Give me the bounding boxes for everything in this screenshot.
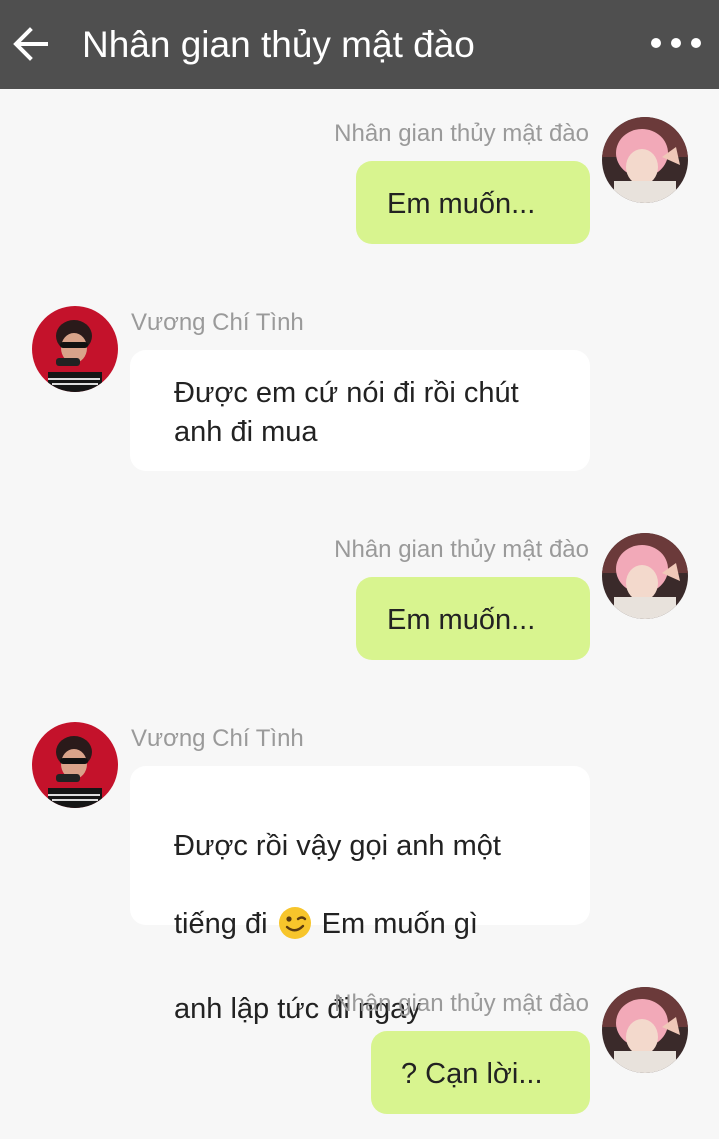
sender-name: Nhân gian thủy mật đào — [334, 120, 589, 147]
avatar-red-background[interactable] — [32, 722, 118, 808]
message-bubble: Em muốn... — [356, 161, 590, 244]
message-bubble: Được em cứ nói đi rồi chút anh đi mua — [130, 350, 590, 471]
avatar-pink-hair[interactable] — [602, 987, 688, 1073]
message-line: tiếng đi Em muốn gì — [174, 905, 550, 951]
winking-face-emoji-icon — [278, 906, 312, 951]
back-arrow-icon[interactable] — [10, 24, 50, 64]
sender-name: Nhân gian thủy mật đào — [334, 990, 589, 1017]
top-bar: Nhân gian thủy mật đào — [0, 0, 719, 89]
message-bubble: Được rồi vậy gọi anh một tiếng đi Em muố… — [130, 766, 590, 1025]
sender-name: Nhân gian thủy mật đào — [334, 536, 589, 563]
sender-name: Vương Chí Tình — [131, 309, 304, 336]
avatar-pink-hair[interactable] — [602, 117, 688, 203]
avatar-red-background[interactable] — [32, 306, 118, 392]
more-dots-icon[interactable] — [648, 28, 704, 58]
page-title: Nhân gian thủy mật đào — [82, 24, 475, 65]
sender-name: Vương Chí Tình — [131, 725, 304, 752]
avatar-pink-hair[interactable] — [602, 533, 688, 619]
message-text: Em muốn gì — [321, 908, 478, 940]
message-bubble: Em muốn... — [356, 577, 590, 660]
message-line: Được rồi vậy gọi anh một — [174, 830, 501, 862]
message-bubble: ? Cạn lời... — [371, 1031, 590, 1114]
message-text: tiếng đi — [174, 908, 268, 940]
